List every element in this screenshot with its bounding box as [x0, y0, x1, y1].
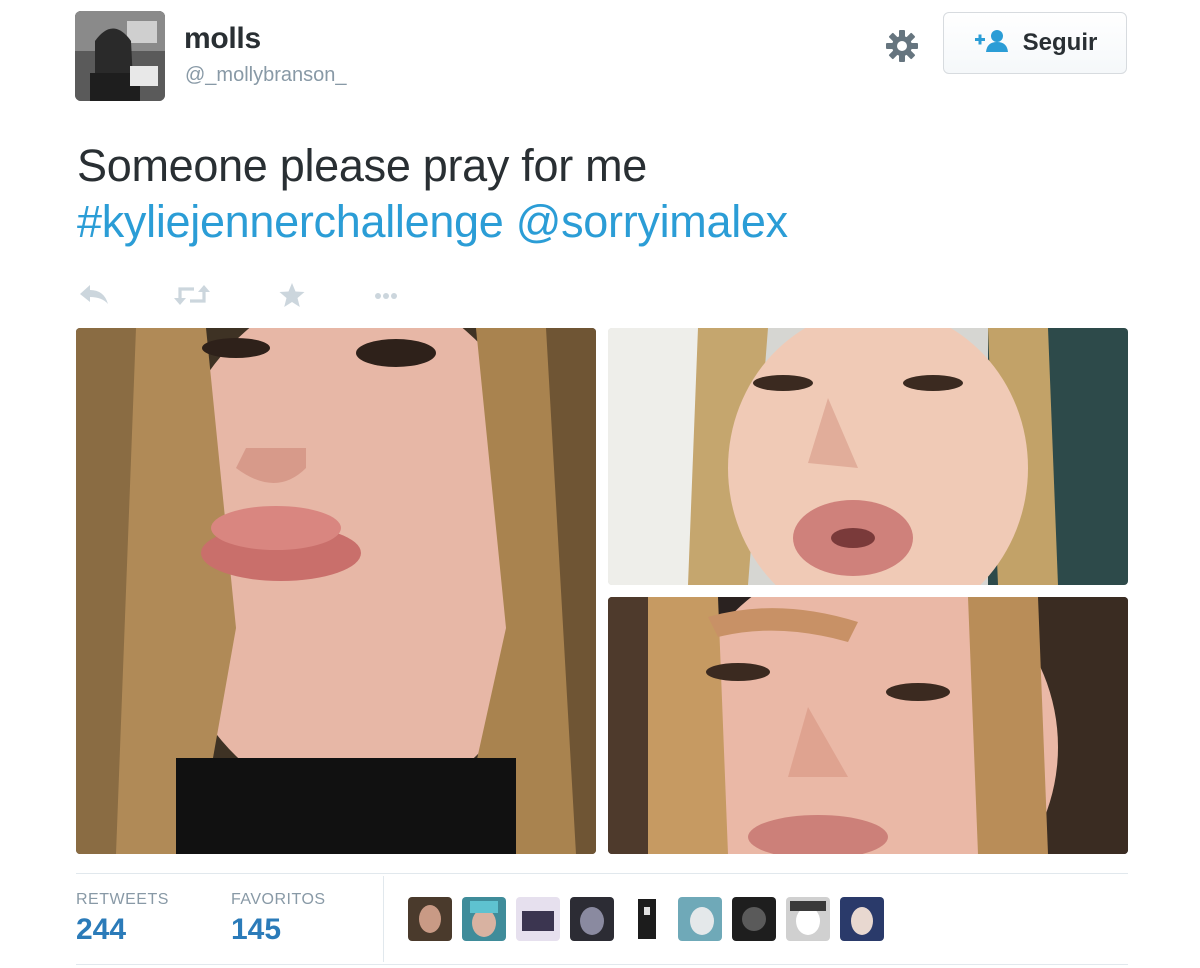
- gear-icon[interactable]: [882, 26, 922, 66]
- favoriter-avatar[interactable]: [786, 897, 830, 941]
- author-handle[interactable]: @_mollybranson_: [185, 64, 347, 87]
- divider: [76, 873, 1128, 874]
- retweet-icon[interactable]: [172, 280, 212, 310]
- photo-bottom-right[interactable]: [608, 597, 1128, 854]
- photo-main[interactable]: [76, 328, 596, 854]
- author-avatar[interactable]: [75, 11, 165, 101]
- tweet-media: [76, 328, 1128, 854]
- favorite-icon[interactable]: [272, 280, 312, 310]
- mention-link[interactable]: @sorryimalex: [516, 196, 788, 247]
- favoriter-avatar[interactable]: [732, 897, 776, 941]
- favoriter-avatar[interactable]: [840, 897, 884, 941]
- divider: [383, 876, 384, 962]
- reply-icon[interactable]: [76, 280, 116, 310]
- photo-top-right[interactable]: [608, 328, 1128, 585]
- favorites-count[interactable]: 145: [231, 913, 281, 947]
- favoriter-avatar[interactable]: [516, 897, 560, 941]
- more-icon[interactable]: [368, 280, 408, 310]
- follow-button[interactable]: Seguir: [943, 12, 1127, 74]
- add-user-icon: [973, 29, 1009, 58]
- hashtag-link[interactable]: #kyliejennerchallenge: [77, 196, 504, 247]
- favoriter-avatar[interactable]: [570, 897, 614, 941]
- tweet-text-line: Someone please pray for me: [77, 140, 648, 191]
- favoriter-avatar[interactable]: [462, 897, 506, 941]
- retweets-count[interactable]: 244: [76, 913, 126, 947]
- follow-label: Seguir: [1022, 29, 1098, 56]
- retweets-label: RETWEETS: [76, 891, 169, 908]
- favoriter-avatar[interactable]: [678, 897, 722, 941]
- tweet-text: Someone please pray for me #kyliejennerc…: [77, 138, 788, 250]
- author-name[interactable]: molls: [184, 22, 261, 56]
- divider: [76, 964, 1128, 965]
- favoriter-avatar[interactable]: [408, 897, 452, 941]
- favoriter-avatar[interactable]: [624, 897, 668, 941]
- favorites-label: FAVORITOS: [231, 891, 326, 908]
